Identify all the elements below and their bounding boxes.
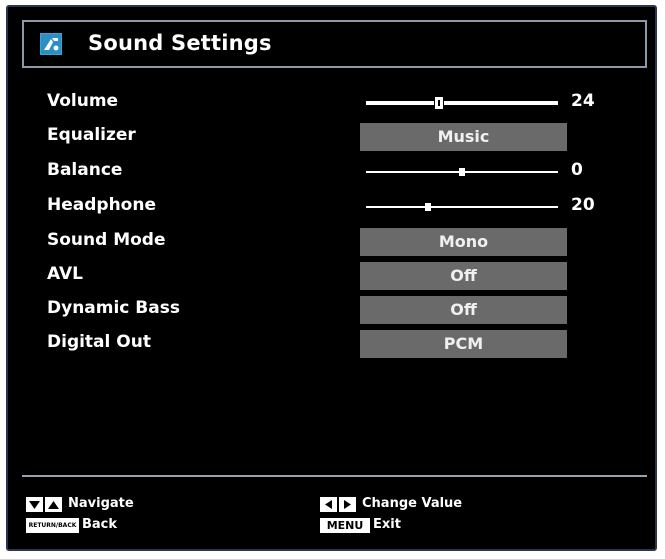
menu-key-icon: MENU [320,518,370,533]
equalizer-value[interactable]: Music [360,123,567,151]
arrow-right-icon [339,497,356,512]
setting-row-avl[interactable]: AVL Off [8,261,655,291]
hint-change-value: Change Value [320,496,540,515]
setting-row-dynamic-bass[interactable]: Dynamic Bass Off [8,295,655,325]
return-back-key-icon: RETURN/BACK [26,518,79,533]
digital-out-value[interactable]: PCM [360,330,567,358]
sound-settings-window: Sound Settings Volume 24 Equalizer Music… [6,5,657,551]
headphone-slider-track[interactable] [366,206,558,208]
setting-label-sound-mode: Sound Mode [47,230,166,250]
setting-row-balance[interactable]: Balance 0 [8,157,655,187]
hint-exit: MENU Exit [320,517,520,536]
setting-label-volume: Volume [47,91,119,111]
title-bar: Sound Settings [22,20,647,68]
balance-slider-knob[interactable] [459,168,465,176]
hint-navigate-label: Navigate [68,496,134,511]
footer-divider [22,475,647,477]
setting-row-digital-out[interactable]: Digital Out PCM [8,329,655,359]
setting-row-equalizer[interactable]: Equalizer Music [8,122,655,152]
arrow-down-icon [26,497,43,512]
page-title: Sound Settings [88,31,272,55]
arrow-up-icon [45,497,62,512]
volume-value: 24 [571,91,595,111]
setting-label-dynamic-bass: Dynamic Bass [47,298,180,318]
headphone-value: 20 [571,195,595,215]
hint-change-value-label: Change Value [362,496,463,511]
volume-slider-knob[interactable] [434,96,444,110]
setting-label-equalizer: Equalizer [47,125,136,145]
hint-back: RETURN/BACK Back [26,517,226,536]
balance-value: 0 [571,160,583,180]
setting-label-headphone: Headphone [47,195,156,215]
hint-exit-label: Exit [373,517,401,532]
hint-navigate: Navigate [26,496,226,515]
setting-row-headphone[interactable]: Headphone 20 [8,192,655,222]
dynamic-bass-value[interactable]: Off [360,296,567,324]
volume-slider-track[interactable] [366,101,558,105]
tv-settings-icon [40,33,62,55]
sound-mode-value[interactable]: Mono [360,228,567,256]
avl-value[interactable]: Off [360,262,567,290]
setting-row-sound-mode[interactable]: Sound Mode Mono [8,227,655,257]
setting-label-balance: Balance [47,160,123,180]
setting-label-digital-out: Digital Out [47,332,151,352]
arrow-left-icon [320,497,337,512]
hint-back-label: Back [82,517,118,532]
headphone-slider-knob[interactable] [425,203,431,211]
setting-label-avl: AVL [47,264,83,284]
setting-row-volume[interactable]: Volume 24 [8,88,655,118]
